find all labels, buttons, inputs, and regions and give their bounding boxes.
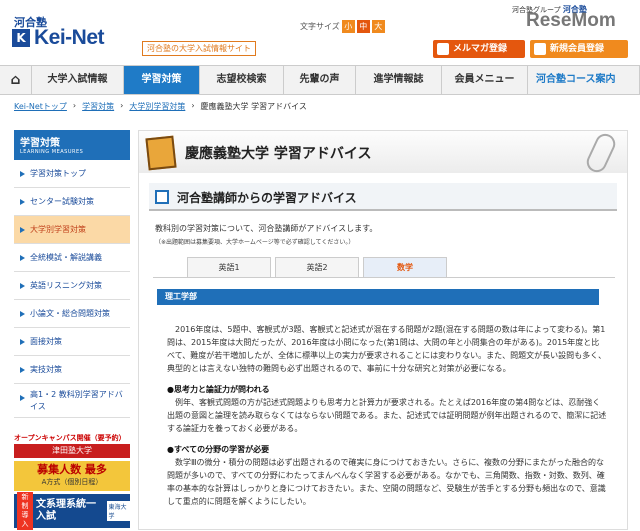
heading: ●思考力と論証力が問われる xyxy=(167,385,270,394)
sidebar-item-mock-exam[interactable]: 全統模試・解説講義 xyxy=(14,244,130,272)
advice-body: 2016年度は、5題中、客観式が3題、客観式と記述式が混在する問題が2題(混在す… xyxy=(167,323,607,516)
book-icon xyxy=(145,135,177,171)
kei-net-logo[interactable]: K Kei-Net xyxy=(12,26,105,49)
sidebar-item-grade12[interactable]: 高1・2 教科別学習アドバイス xyxy=(14,384,130,418)
logo-mark-icon: K xyxy=(12,29,30,47)
sidebar-item-center-exam[interactable]: センター試験対策 xyxy=(14,188,130,216)
paperclip-icon xyxy=(583,130,619,176)
breadcrumb-current: 慶應義塾大学 学習アドバイス xyxy=(200,102,307,111)
sidebar-header: 学習対策 LEARNING MEASURES xyxy=(14,130,130,160)
tab-english2[interactable]: 英語2 xyxy=(275,257,359,277)
page-title-bar: 慶應義塾大学 学習アドバイス xyxy=(139,130,627,176)
breadcrumb: Kei-Netトップ › 学習対策 › 大学別学習対策 › 慶應義塾大学 学習アドバイ… xyxy=(14,101,307,112)
nav-item-school-search[interactable]: 志望校検索 xyxy=(200,66,284,94)
paragraph: 数学Ⅲの微分・積分の問題は必ず出題されるので確実に身につけておきたい。さらに、複… xyxy=(167,458,606,506)
nav-item-study[interactable]: 学習対策 xyxy=(124,66,200,94)
tsuda-banner[interactable]: 津田塾大学 xyxy=(14,444,130,458)
font-size-large-button[interactable]: 大 xyxy=(371,20,385,33)
recruit-banner[interactable]: 募集人数 最多 A方式（個別日程） xyxy=(14,461,130,491)
nav-item-admissions[interactable]: 大学入試情報 xyxy=(32,66,124,94)
faculty-header: 理工学部 xyxy=(157,289,599,305)
nav-item-member-menu[interactable]: 会員メニュー xyxy=(442,66,528,94)
sidebar: 学習対策 LEARNING MEASURES 学習対策トップ センター試験対策 … xyxy=(14,130,130,418)
sidebar-item-practical[interactable]: 実技対策 xyxy=(14,356,130,384)
logo-name: Kei-Net xyxy=(34,26,105,49)
font-size-label: 文字サイズ xyxy=(300,22,340,31)
nav-item-course[interactable]: 河合塾コース案内 xyxy=(528,66,640,94)
sidebar-item-interview[interactable]: 面接対策 xyxy=(14,328,130,356)
open-campus-text: オープンキャンパス開催（要予約） xyxy=(14,434,126,442)
main-content: 慶應義塾大学 学習アドバイス 河合塾講師からの学習アドバイス 教科別の学習対策に… xyxy=(138,130,628,530)
subject-tabs: 英語1 英語2 数学 xyxy=(187,257,447,277)
tab-english1[interactable]: 英語1 xyxy=(187,257,271,277)
tab-math[interactable]: 数学 xyxy=(363,257,447,277)
site-header: 河合塾 K Kei-Net 河合塾の大学入試情報サイト 文字サイズ 小 中 大 … xyxy=(0,0,640,64)
tokai-banner[interactable]: 新制導入 文系理系統一入試 東海大学 xyxy=(14,492,130,530)
resemom-watermark: ReseMom xyxy=(526,10,616,31)
sidebar-item-essay[interactable]: 小論文・総合問題対策 xyxy=(14,300,130,328)
breadcrumb-study[interactable]: 学習対策 xyxy=(82,101,114,112)
breadcrumb-top[interactable]: Kei-Netトップ xyxy=(14,101,67,112)
sidebar-item-listening[interactable]: 英語リスニング対策 xyxy=(14,272,130,300)
note-text: （※出題範囲は募集要項、大学ホームページ等で必ず確認してください。） xyxy=(155,239,355,246)
home-icon[interactable]: ⌂ xyxy=(0,66,32,94)
paragraph: 例年、客観式問題の方が記述式問題よりも思考力と計算力が要求される。たとえば201… xyxy=(167,398,607,433)
site-tagline: 河合塾の大学入試情報サイト xyxy=(142,41,256,56)
sidebar-item-top[interactable]: 学習対策トップ xyxy=(14,160,130,188)
mail-icon xyxy=(437,43,449,55)
font-size-switcher: 文字サイズ 小 中 大 xyxy=(300,20,385,33)
nav-item-senior-voice[interactable]: 先輩の声 xyxy=(284,66,356,94)
newsletter-button[interactable]: メルマガ登録 xyxy=(433,40,525,58)
global-nav: ⌂ 大学入試情報 学習対策 志望校検索 先輩の声 進学情報誌 会員メニュー 河合… xyxy=(0,65,640,95)
breadcrumb-university[interactable]: 大学別学習対策 xyxy=(129,101,185,112)
sidebar-item-university[interactable]: 大学別学習対策 xyxy=(14,216,130,244)
intro-text: 教科別の学習対策について、河合塾講師がアドバイスします。 xyxy=(155,224,378,233)
heading: ●すべての分野の学習が必要 xyxy=(167,445,270,454)
font-size-medium-button[interactable]: 中 xyxy=(356,20,370,33)
page-title: 慶應義塾大学 学習アドバイス xyxy=(185,146,372,162)
register-button[interactable]: 新規会員登録 xyxy=(530,40,628,58)
section-heading: 河合塾講師からの学習アドバイス xyxy=(149,183,617,211)
paragraph: 2016年度は、5題中、客観式が3題、客観式と記述式が混在する問題が2題(混在す… xyxy=(167,325,607,373)
nav-item-magazine[interactable]: 進学情報誌 xyxy=(356,66,442,94)
pencil-icon xyxy=(155,190,169,204)
people-icon xyxy=(534,43,546,55)
font-size-small-button[interactable]: 小 xyxy=(341,20,355,33)
